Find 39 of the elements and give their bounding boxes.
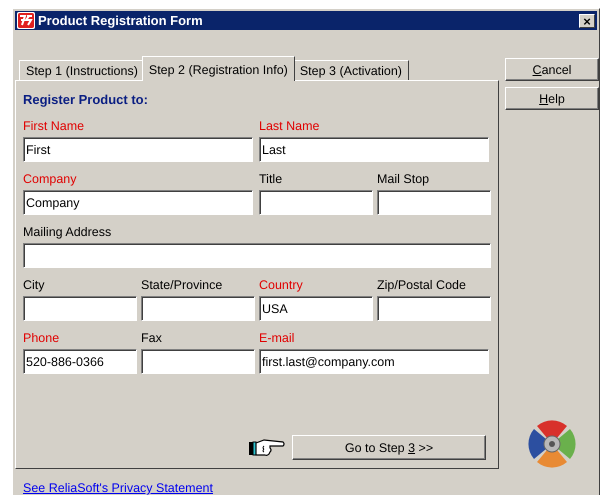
tab[interactable]: Step 2 (Registration Info) [142, 56, 295, 81]
field-label: State/Province [141, 278, 224, 293]
input-field[interactable]: first.last@company.com [259, 349, 489, 374]
field-label: Country [259, 278, 304, 293]
field-label: E-mail [259, 331, 296, 346]
dialog-button[interactable]: Cancel [505, 58, 599, 81]
tab[interactable]: Step 3 (Activation) [292, 60, 409, 80]
field-label: First Name [23, 119, 86, 134]
wheel-icon [527, 419, 577, 469]
close-button[interactable]: × [579, 14, 595, 28]
privacy-link[interactable]: See ReliaSoft's Privacy Statement [23, 481, 213, 495]
input-field[interactable] [259, 190, 373, 215]
field-label: Mail Stop [377, 172, 430, 187]
dialog-button[interactable]: Help [505, 87, 599, 110]
field-label: Last Name [259, 119, 320, 134]
app-logo-icon [17, 12, 35, 29]
input-field[interactable] [23, 296, 137, 321]
next-step-button[interactable]: Go to Step 3 >> [292, 435, 486, 460]
section-heading: Register Product to: [23, 92, 149, 107]
field-label: Mailing Address [23, 225, 112, 240]
input-field[interactable] [377, 190, 491, 215]
tab[interactable]: Step 1 (Instructions) [19, 60, 145, 80]
window-title: Product Registration Form [38, 13, 204, 28]
pointing-hand-icon [248, 436, 286, 458]
field-label: Phone [23, 331, 60, 346]
input-field[interactable]: 520-886-0366 [23, 349, 137, 374]
input-field[interactable] [141, 296, 255, 321]
input-field[interactable]: Company [23, 190, 253, 215]
field-label: Fax [141, 331, 163, 346]
input-field[interactable] [23, 243, 491, 268]
field-label: Title [259, 172, 284, 187]
input-field[interactable]: First [23, 137, 253, 162]
field-label: City [23, 278, 46, 293]
field-label: Company [23, 172, 78, 187]
input-field[interactable]: Last [259, 137, 489, 162]
input-field[interactable] [141, 349, 255, 374]
field-label: Zip/Postal Code [377, 278, 467, 293]
input-field[interactable]: USA [259, 296, 373, 321]
input-field[interactable] [377, 296, 491, 321]
